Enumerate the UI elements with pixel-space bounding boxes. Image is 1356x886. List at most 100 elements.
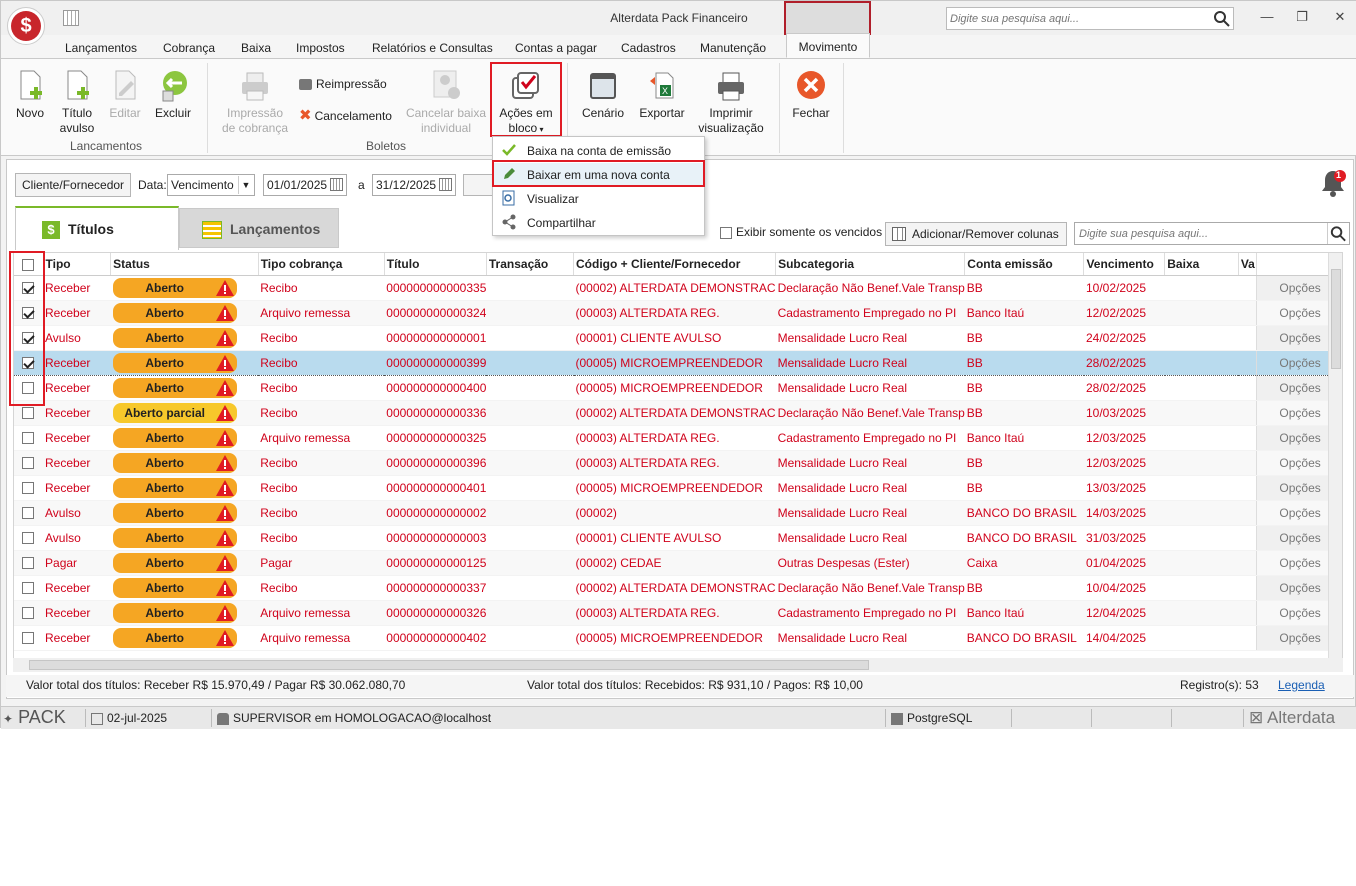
tab-baixa[interactable]: Baixa: [241, 41, 271, 55]
row-checkbox-cell[interactable]: [14, 550, 44, 576]
tab-relatorios[interactable]: Relatórios e Consultas: [372, 41, 493, 55]
vencidos-checkbox[interactable]: [720, 226, 732, 239]
editar-button[interactable]: Editar: [105, 69, 145, 121]
fechar-button[interactable]: Fechar: [789, 69, 833, 121]
table-row[interactable]: Receber Aberto Recibo 000000000000396 (00003…: [14, 450, 1342, 476]
grid-search[interactable]: [1074, 222, 1350, 245]
row-checkbox[interactable]: [22, 632, 34, 645]
excluir-button[interactable]: Excluir: [153, 69, 193, 121]
date-to-field[interactable]: 31/12/2025: [372, 174, 456, 196]
grid-search-input[interactable]: [1075, 223, 1325, 244]
calendar-icon[interactable]: [439, 178, 452, 191]
table-row[interactable]: Receber Aberto Recibo 000000000000335 (00002…: [14, 275, 1342, 301]
table-row[interactable]: Avulso Aberto Recibo 000000000000001 (00001)…: [14, 325, 1342, 351]
row-checkbox[interactable]: [22, 432, 34, 445]
impressao-cobranca-button[interactable]: Impressão de cobrança: [219, 69, 291, 136]
search-icon[interactable]: [1327, 223, 1348, 244]
row-checkbox-cell[interactable]: [14, 600, 44, 626]
cliente-fornecedor-button[interactable]: Cliente/Fornecedor: [15, 173, 132, 197]
vertical-scrollbar[interactable]: [1328, 253, 1342, 661]
horizontal-scrollbar[interactable]: [13, 658, 1343, 672]
row-checkbox-cell[interactable]: [14, 475, 44, 501]
table-row[interactable]: Receber Aberto Recibo 000000000000401 (00005…: [14, 475, 1342, 501]
row-checkbox[interactable]: [22, 557, 34, 570]
header-cliente[interactable]: Código + Cliente/Fornecedor: [573, 253, 777, 276]
imprimir-visualizacao-button[interactable]: Imprimir visualização: [695, 69, 767, 136]
restore-icon[interactable]: ❐: [1292, 9, 1312, 25]
status-separator: [85, 709, 86, 727]
global-search[interactable]: [946, 7, 1234, 30]
tab-manutencao[interactable]: Manutenção: [700, 41, 766, 55]
tab-titulos[interactable]: $ Títulos: [15, 206, 179, 250]
global-search-input[interactable]: [947, 8, 1209, 29]
titulo-avulso-button[interactable]: Título avulso: [56, 69, 98, 136]
table-row[interactable]: Avulso Aberto Recibo 000000000000002 (00002)…: [14, 500, 1342, 526]
cancelamento-button[interactable]: ✖ Cancelamento: [299, 108, 399, 124]
row-checkbox-cell[interactable]: [14, 525, 44, 551]
date-from-field[interactable]: 01/01/2025: [263, 174, 347, 196]
header-tipo-cobranca[interactable]: Tipo cobrança: [258, 253, 385, 276]
tab-impostos[interactable]: Impostos: [296, 41, 345, 55]
calendar-icon[interactable]: [330, 178, 343, 191]
legenda-link[interactable]: Legenda: [1278, 678, 1325, 692]
table-row[interactable]: Receber Aberto Recibo 000000000000337 (00002…: [14, 575, 1342, 601]
tab-cobranca[interactable]: Cobrança: [163, 41, 215, 55]
search-icon[interactable]: [1213, 10, 1231, 28]
table-row[interactable]: Receber Aberto Arquivo remessa 000000000000…: [14, 600, 1342, 626]
menu-item-compartilhar[interactable]: Compartilhar: [493, 211, 704, 233]
row-checkbox-cell[interactable]: [14, 450, 44, 476]
header-titulo[interactable]: Título: [384, 253, 487, 276]
row-checkbox-cell[interactable]: [14, 500, 44, 526]
reimpressao-button[interactable]: Reimpressão: [299, 77, 391, 92]
row-checkbox[interactable]: [22, 582, 34, 595]
filter-search-button[interactable]: [463, 174, 495, 196]
tab-cadastros[interactable]: Cadastros: [621, 41, 676, 55]
colunas-button[interactable]: Adicionar/Remover colunas: [885, 222, 1067, 246]
tab-lancamentos-grid[interactable]: Lançamentos: [179, 208, 339, 248]
table-row[interactable]: Receber Aberto Arquivo remessa 000000000000…: [14, 425, 1342, 451]
header-tipo[interactable]: Tipo: [43, 253, 112, 276]
row-checkbox[interactable]: [22, 407, 34, 420]
tab-lancamentos[interactable]: Lançamentos: [65, 41, 137, 55]
cell-cliente: (00005) MICROEMPREENDEDOR: [573, 349, 776, 376]
menu-item-visualizar[interactable]: Visualizar: [493, 187, 704, 209]
header-conta-emissao[interactable]: Conta emissão: [964, 253, 1085, 276]
table-row[interactable]: Receber Aberto Recibo 000000000000399 (00005…: [14, 349, 1342, 376]
menu-item-baixa-conta-emissao[interactable]: Baixa na conta de emissão: [493, 139, 704, 161]
table-row[interactable]: Avulso Aberto Recibo 000000000000003 (00001)…: [14, 525, 1342, 551]
header-status[interactable]: Status: [110, 253, 259, 276]
table-row[interactable]: Pagar Aberto Pagar 000000000000125 (00002) C…: [14, 550, 1342, 576]
table-row[interactable]: Receber Aberto parcial Recibo 0000000000003…: [14, 400, 1342, 426]
cancelar-baixa-button[interactable]: Cancelar baixa individual: [405, 69, 487, 136]
data-type-select[interactable]: Vencimento ▼: [167, 174, 255, 196]
table-row[interactable]: Receber Aberto Arquivo remessa 000000000000…: [14, 300, 1342, 326]
row-checkbox[interactable]: [22, 482, 34, 495]
app-logo[interactable]: $: [7, 7, 45, 45]
header-subcategoria[interactable]: Subcategoria: [775, 253, 966, 276]
close-icon[interactable]: ✕: [1330, 9, 1350, 25]
row-checkbox-cell[interactable]: [14, 625, 44, 651]
row-checkbox-cell[interactable]: [14, 575, 44, 601]
tab-movimento[interactable]: Movimento: [786, 33, 870, 58]
exportar-button[interactable]: X Exportar: [637, 69, 687, 121]
header-va[interactable]: Va: [1238, 253, 1257, 276]
table-row[interactable]: Receber Aberto Arquivo remessa 000000000000…: [14, 625, 1342, 651]
row-checkbox[interactable]: [22, 532, 34, 545]
row-checkbox[interactable]: [22, 607, 34, 620]
cenario-button[interactable]: Cenário: [579, 69, 627, 121]
status-text: Aberto: [145, 630, 184, 645]
bell-icon[interactable]: [1320, 168, 1346, 198]
row-checkbox[interactable]: [22, 457, 34, 470]
header-transacao[interactable]: Transação: [486, 253, 575, 276]
scroll-thumb[interactable]: [1331, 269, 1341, 369]
row-checkbox-cell[interactable]: [14, 425, 44, 451]
minimize-icon[interactable]: —: [1257, 9, 1277, 25]
tab-contas-pagar[interactable]: Contas a pagar: [515, 41, 597, 55]
header-baixa[interactable]: Baixa: [1164, 253, 1239, 276]
header-vencimento[interactable]: Vencimento: [1083, 253, 1166, 276]
row-checkbox[interactable]: [22, 507, 34, 520]
novo-button[interactable]: Novo: [11, 69, 49, 121]
table-row[interactable]: Receber Aberto Recibo 000000000000400 (00005…: [14, 375, 1342, 401]
vencidos-checkbox-row[interactable]: Exibir somente os vencidos: [720, 225, 882, 239]
hscroll-thumb[interactable]: [29, 660, 869, 670]
